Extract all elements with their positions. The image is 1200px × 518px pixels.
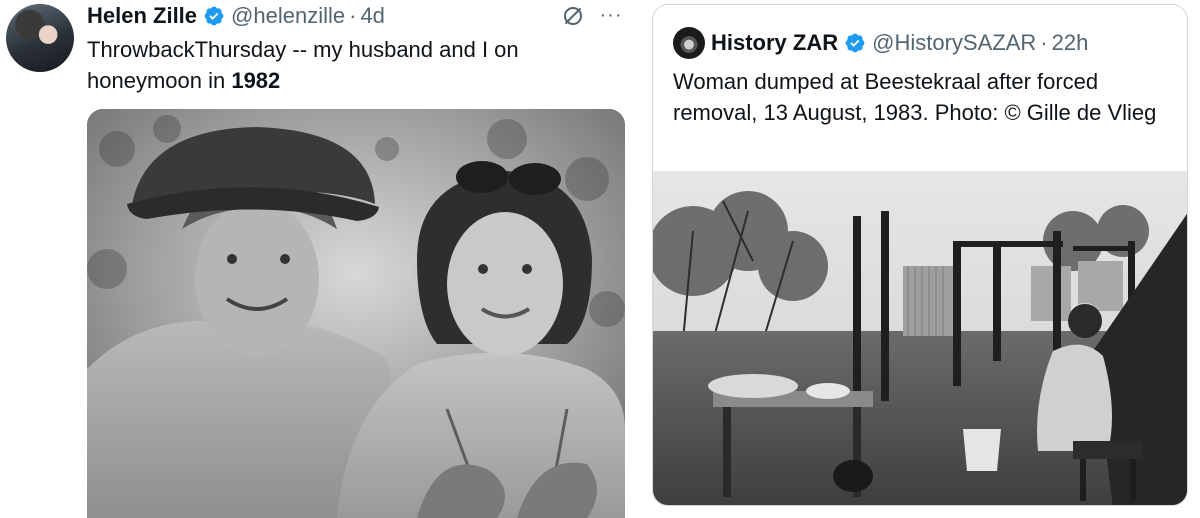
timestamp[interactable]: 4d xyxy=(360,3,384,29)
separator-dot: · xyxy=(349,3,357,28)
author-display-name[interactable]: History ZAR xyxy=(711,30,838,56)
verified-badge-icon xyxy=(203,5,225,27)
timestamp[interactable]: 22h xyxy=(1052,30,1089,56)
author-display-name[interactable]: Helen Zille xyxy=(87,3,197,29)
separator-dot: · xyxy=(1040,30,1048,55)
more-horizontal-icon[interactable]: ··· xyxy=(598,2,624,28)
author-handle[interactable]: @helenzille xyxy=(231,3,345,29)
tweet-header: History ZAR @HistorySAZAR · 22h xyxy=(711,27,1088,59)
avatar[interactable] xyxy=(6,4,74,72)
tweet-photo[interactable] xyxy=(87,109,625,518)
tweet-text-main: ThrowbackThursday -- my husband and I on… xyxy=(87,37,519,93)
tweet-text-year: 1982 xyxy=(231,68,281,93)
tweet-photo[interactable] xyxy=(653,171,1187,505)
avatar[interactable] xyxy=(673,27,705,59)
verified-badge-icon xyxy=(844,32,866,54)
tweet-history-zar[interactable]: History ZAR @HistorySAZAR · 22h Woman du… xyxy=(652,4,1188,506)
tweet-text: Woman dumped at Beestekraal after forced… xyxy=(673,69,1157,125)
author-handle[interactable]: @HistorySAZAR xyxy=(872,30,1036,56)
tweet-helen-zille[interactable]: Helen Zille @helenzille · 4d ··· Throwba… xyxy=(0,0,636,518)
tweet-text: ThrowbackThursday -- my husband and I on… xyxy=(87,34,627,96)
grok-icon[interactable] xyxy=(560,3,586,29)
tweet-header: Helen Zille @helenzille · 4d xyxy=(87,2,385,30)
